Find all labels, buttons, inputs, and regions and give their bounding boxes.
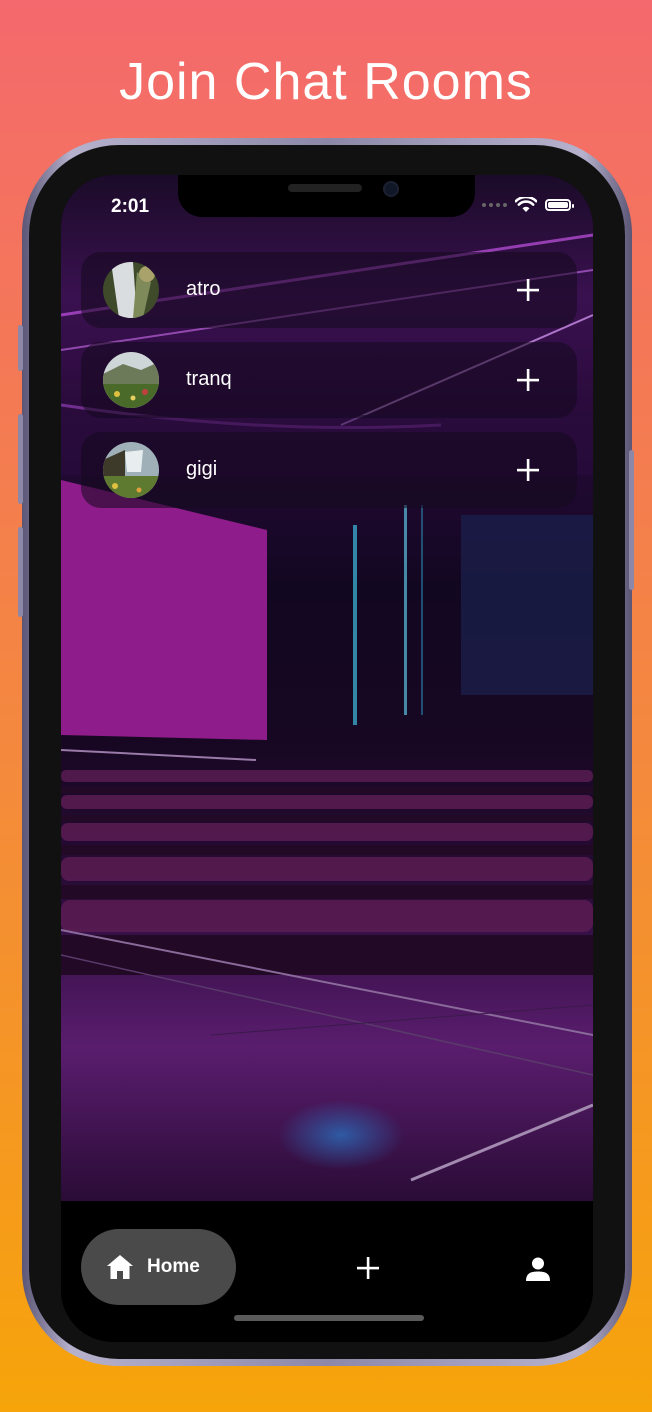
- cliff-avatar: [103, 442, 159, 498]
- room-name: atro: [186, 278, 221, 300]
- status-bar-time: 2:01: [111, 196, 150, 217]
- plus-icon: [517, 369, 539, 391]
- valley-avatar: [103, 352, 159, 408]
- room-card-tranq[interactable]: tranq: [81, 342, 577, 418]
- phone-side-button-power: [629, 450, 634, 590]
- page-headline: Join Chat Rooms: [119, 53, 533, 111]
- phone-side-button-volume-down: [18, 527, 23, 617]
- room-name: gigi: [186, 458, 218, 480]
- join-room-button[interactable]: [513, 365, 543, 395]
- person-icon: [526, 1257, 550, 1281]
- bottom-navigation-bar: Home: [61, 1201, 593, 1342]
- plus-icon: [357, 1257, 379, 1279]
- room-card-atro[interactable]: atro: [81, 252, 577, 328]
- join-room-button[interactable]: [513, 455, 543, 485]
- battery-icon: [545, 199, 574, 211]
- plus-icon: [517, 459, 539, 481]
- nav-home-label: Home: [147, 1256, 200, 1277]
- phone-notch: [178, 175, 475, 217]
- chat-room-list: atro tranq gigi: [81, 252, 577, 522]
- home-indicator[interactable]: [234, 1315, 424, 1321]
- plus-icon: [517, 279, 539, 301]
- nav-home-button[interactable]: Home: [81, 1229, 236, 1305]
- phone-side-button-mute: [18, 325, 23, 371]
- status-bar-icons: [482, 197, 574, 213]
- nav-add-button[interactable]: [353, 1253, 383, 1283]
- waterfall-avatar: [103, 262, 159, 318]
- cellular-signal-icon: [482, 203, 507, 207]
- wifi-icon: [515, 197, 537, 212]
- front-camera: [383, 181, 399, 197]
- nav-profile-button[interactable]: [523, 1254, 553, 1284]
- room-card-gigi[interactable]: gigi: [81, 432, 577, 508]
- join-room-button[interactable]: [513, 275, 543, 305]
- phone-side-button-volume-up: [18, 414, 23, 504]
- earpiece-speaker: [288, 184, 362, 192]
- app-screen: 2:01 atro tranq gigi Home: [61, 175, 593, 1342]
- room-name: tranq: [186, 368, 232, 390]
- home-icon: [107, 1255, 133, 1279]
